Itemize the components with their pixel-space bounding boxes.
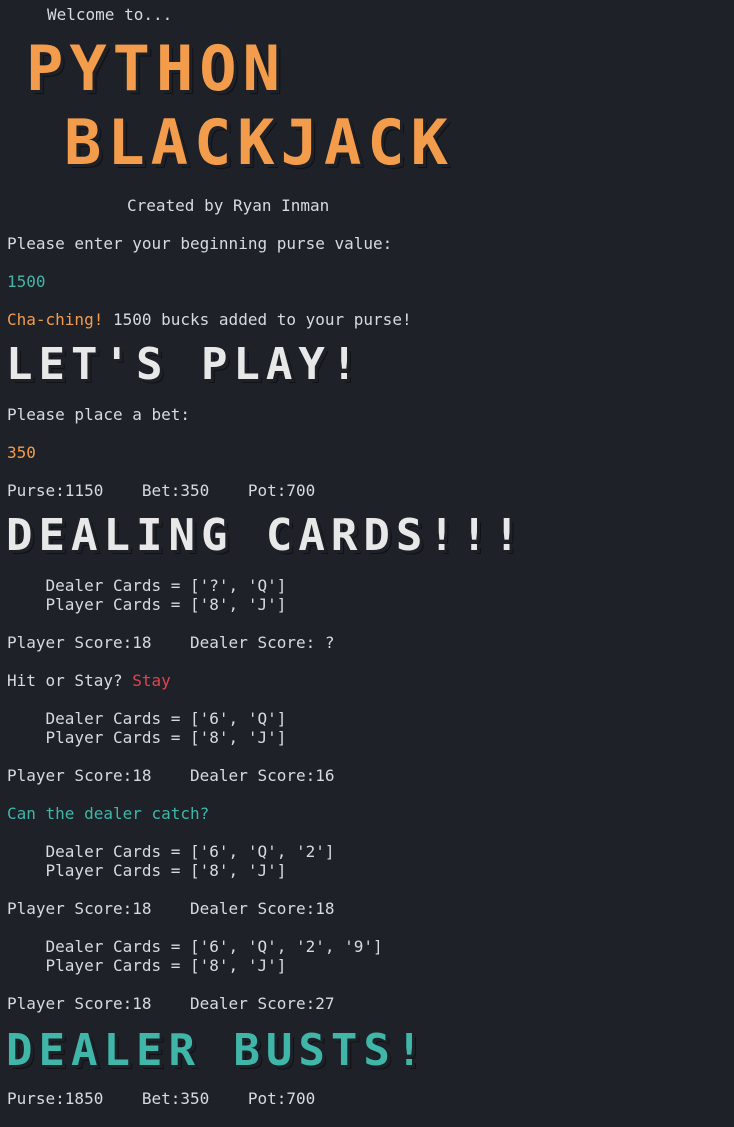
title-python-banner: PYTHON: [26, 32, 286, 105]
credit-text: Created by Ryan Inman: [127, 196, 330, 215]
round3-score: Player Score:18 Dealer Score:18: [7, 899, 335, 918]
status-line-1: Purse:1150 Bet:350 Pot:700: [7, 481, 316, 500]
hit-stay-answer: Stay: [132, 671, 171, 690]
round3-player-cards: Player Cards = ['8', 'J']: [7, 861, 287, 880]
catch-prompt: Can the dealer catch?: [7, 804, 210, 823]
welcome-text: Welcome to...: [47, 5, 173, 24]
bet-prompt: Please place a bet:: [7, 405, 191, 424]
round4-player-cards: Player Cards = ['8', 'J']: [7, 956, 287, 975]
dealing-cards-banner: DEALING CARDS!!!: [6, 510, 526, 561]
hit-stay-line: Hit or Stay? Stay: [7, 671, 171, 690]
round1-score: Player Score:18 Dealer Score: ?: [7, 633, 335, 652]
purse-input-value: 1500: [7, 272, 46, 291]
purse-prompt: Please enter your beginning purse value:: [7, 234, 393, 253]
chaching-line: Cha-ching! 1500 bucks added to your purs…: [7, 310, 412, 329]
round2-score: Player Score:18 Dealer Score:16: [7, 766, 335, 785]
dealer-busts-banner: DEALER BUSTS!: [6, 1025, 429, 1076]
chaching-message: 1500 bucks added to your purse!: [103, 310, 412, 329]
hit-stay-question: Hit or Stay?: [7, 671, 133, 690]
status-line-2: Purse:1850 Bet:350 Pot:700: [7, 1089, 316, 1108]
round2-player-cards: Player Cards = ['8', 'J']: [7, 728, 287, 747]
round1-dealer-cards: Dealer Cards = ['?', 'Q']: [7, 576, 287, 595]
round2-dealer-cards: Dealer Cards = ['6', 'Q']: [7, 709, 287, 728]
round1-player-cards: Player Cards = ['8', 'J']: [7, 595, 287, 614]
title-blackjack-banner: BLACKJACK: [64, 106, 454, 179]
round4-score: Player Score:18 Dealer Score:27: [7, 994, 335, 1013]
round3-dealer-cards: Dealer Cards = ['6', 'Q', '2']: [7, 842, 335, 861]
chaching-label: Cha-ching!: [7, 310, 104, 329]
lets-play-banner: LET'S PLAY!: [6, 339, 364, 390]
bet-input-value: 350: [7, 443, 36, 462]
round4-dealer-cards: Dealer Cards = ['6', 'Q', '2', '9']: [7, 937, 383, 956]
